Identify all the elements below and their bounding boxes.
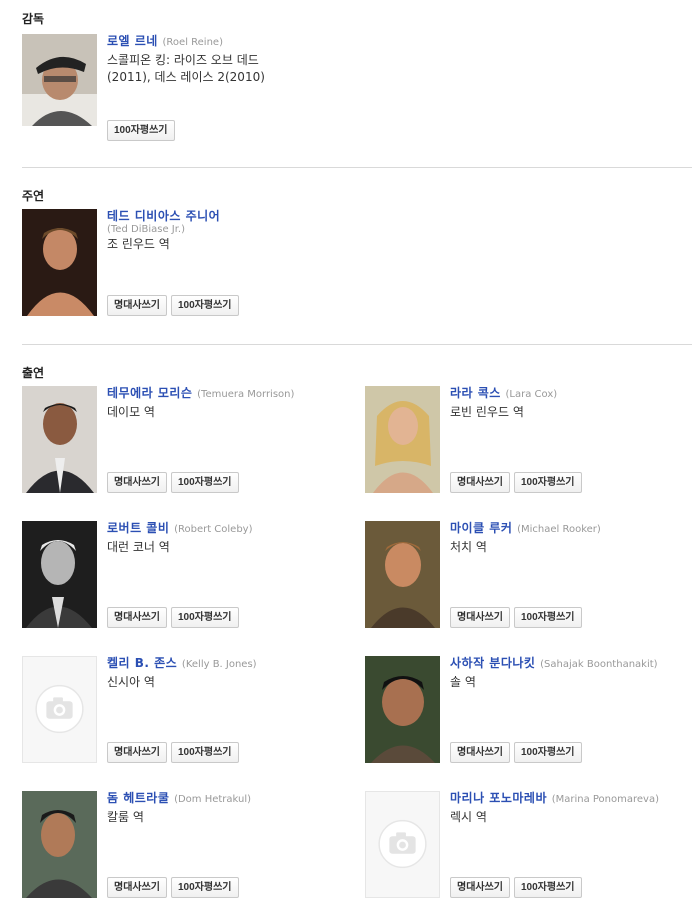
cast-name[interactable]: 돔 헤트라쿨 <box>107 791 169 805</box>
write-quote-button[interactable]: 명대사쓰기 <box>107 295 167 316</box>
director-name[interactable]: 로엘 르네 <box>107 34 158 48</box>
cast-photo[interactable] <box>365 656 440 763</box>
write-review-button[interactable]: 100자평쓰기 <box>514 607 582 628</box>
cast-original-name: (Temuera Morrison) <box>197 389 295 400</box>
cast-role: 신시아 역 <box>107 675 155 689</box>
write-quote-button[interactable]: 명대사쓰기 <box>107 742 167 763</box>
write-quote-button[interactable]: 명대사쓰기 <box>107 472 167 493</box>
camera-icon <box>378 819 427 869</box>
cast-role: 대런 코너 역 <box>107 540 170 554</box>
director-photo[interactable] <box>22 34 97 126</box>
person-photo-icon <box>365 656 440 763</box>
cast-original-name: (Kelly B. Jones) <box>181 659 257 670</box>
person-photo-icon <box>22 386 97 493</box>
cast-card: 사하작 분다나킷 (Sahajak Boonthanakit) 솔 역 명대사쓰… <box>365 656 692 766</box>
cast-name[interactable]: 테무에라 모리슨 <box>107 386 192 400</box>
cast-photo[interactable] <box>365 386 440 493</box>
lead-original-name: (Ted DiBiase Jr.) <box>107 224 185 235</box>
cast-role: 로빈 린우드 역 <box>450 405 524 419</box>
cast-card: 켈리 B. 존스 (Kelly B. Jones) 신시아 역 명대사쓰기 10… <box>22 656 352 766</box>
person-photo-icon <box>22 791 97 898</box>
no-photo-placeholder[interactable] <box>365 791 440 898</box>
cast-card: 로버트 콜비 (Robert Coleby) 대런 코너 역 명대사쓰기 100… <box>22 521 352 631</box>
lead-role: 조 린우드 역 <box>107 237 170 251</box>
cast-role: 솔 역 <box>450 675 476 689</box>
cast-card: 마이클 루커 (Michael Rooker) 처치 역 명대사쓰기 100자평… <box>365 521 692 631</box>
write-review-button[interactable]: 100자평쓰기 <box>171 607 239 628</box>
director-card: 로엘 르네 (Roel Reine) 스콜피온 킹: 라이즈 오브 데드 (201… <box>22 34 352 144</box>
cast-name[interactable]: 켈리 B. 존스 <box>107 656 177 670</box>
lead-name[interactable]: 테드 디비아스 주니어 <box>107 209 347 223</box>
person-photo-icon <box>22 209 97 316</box>
divider <box>22 167 692 168</box>
write-review-button[interactable]: 100자평쓰기 <box>514 877 582 898</box>
cast-original-name: (Dom Hetrakul) <box>174 794 252 805</box>
no-photo-placeholder[interactable] <box>22 656 97 763</box>
section-title-director: 감독 <box>22 12 45 26</box>
write-review-button[interactable]: 100자평쓰기 <box>171 877 239 898</box>
lead-card: 테드 디비아스 주니어 (Ted DiBiase Jr.) 조 린우드 역 명대… <box>22 209 352 319</box>
cast-photo[interactable] <box>22 521 97 628</box>
cast-photo[interactable] <box>365 521 440 628</box>
cast-role: 데이모 역 <box>107 405 155 419</box>
write-review-button[interactable]: 100자평쓰기 <box>107 120 175 141</box>
cast-card: 돔 헤트라쿨 (Dom Hetrakul) 칼룸 역 명대사쓰기 100자평쓰기 <box>22 791 352 901</box>
cast-original-name: (Robert Coleby) <box>174 524 253 535</box>
write-quote-button[interactable]: 명대사쓰기 <box>107 607 167 628</box>
cast-photo[interactable] <box>22 791 97 898</box>
cast-role: 렉시 역 <box>450 810 487 824</box>
person-photo-icon <box>22 521 97 628</box>
person-photo-icon <box>365 386 440 493</box>
person-photo-icon <box>22 34 97 126</box>
cast-card: 테무에라 모리슨 (Temuera Morrison) 데이모 역 명대사쓰기 … <box>22 386 352 496</box>
cast-name[interactable]: 마이클 루커 <box>450 521 512 535</box>
section-title-cast: 출연 <box>22 366 45 380</box>
cast-original-name: (Sahajak Boonthanakit) <box>540 659 658 670</box>
write-quote-button[interactable]: 명대사쓰기 <box>450 877 510 898</box>
cast-name[interactable]: 라라 콕스 <box>450 386 501 400</box>
write-quote-button[interactable]: 명대사쓰기 <box>450 472 510 493</box>
cast-card: 마리나 포노마레바 (Marina Ponomareva) 렉시 역 명대사쓰기… <box>365 791 692 901</box>
cast-photo[interactable] <box>22 386 97 493</box>
write-quote-button[interactable]: 명대사쓰기 <box>450 742 510 763</box>
divider <box>22 344 692 345</box>
director-works: 스콜피온 킹: 라이즈 오브 데드 (2011), 데스 레이스 2(2010) <box>107 53 265 84</box>
write-review-button[interactable]: 100자평쓰기 <box>171 295 239 316</box>
write-review-button[interactable]: 100자평쓰기 <box>171 742 239 763</box>
lead-photo[interactable] <box>22 209 97 316</box>
cast-role: 칼룸 역 <box>107 810 144 824</box>
cast-name[interactable]: 로버트 콜비 <box>107 521 169 535</box>
cast-card: 라라 콕스 (Lara Cox) 로빈 린우드 역 명대사쓰기 100자평쓰기 <box>365 386 692 496</box>
camera-icon <box>35 684 84 734</box>
director-original-name: (Roel Reine) <box>162 37 223 48</box>
cast-original-name: (Michael Rooker) <box>517 524 601 535</box>
section-title-starring: 주연 <box>22 189 45 203</box>
cast-name[interactable]: 마리나 포노마레바 <box>450 791 547 805</box>
cast-original-name: (Marina Ponomareva) <box>551 794 659 805</box>
write-review-button[interactable]: 100자평쓰기 <box>514 472 582 493</box>
write-review-button[interactable]: 100자평쓰기 <box>514 742 582 763</box>
write-quote-button[interactable]: 명대사쓰기 <box>450 607 510 628</box>
write-quote-button[interactable]: 명대사쓰기 <box>107 877 167 898</box>
cast-role: 처치 역 <box>450 540 487 554</box>
cast-name[interactable]: 사하작 분다나킷 <box>450 656 535 670</box>
person-photo-icon <box>365 521 440 628</box>
cast-original-name: (Lara Cox) <box>505 389 558 400</box>
write-review-button[interactable]: 100자평쓰기 <box>171 472 239 493</box>
